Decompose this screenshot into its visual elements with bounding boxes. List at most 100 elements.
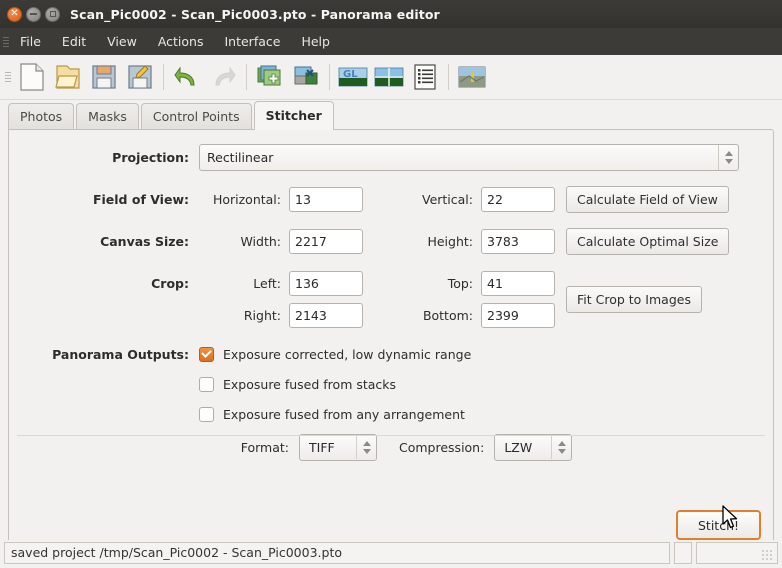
resize-grip-icon[interactable] xyxy=(696,541,778,564)
fov-horizontal-label: Horizontal: xyxy=(212,192,281,207)
close-window-icon[interactable]: ✕ xyxy=(7,6,22,22)
status-message: saved project /tmp/Scan_Pic0002 - Scan_P… xyxy=(4,541,670,564)
output-option-fused-any[interactable]: Exposure fused from any arrangement xyxy=(199,401,465,427)
output-option-ldr[interactable]: Exposure corrected, low dynamic range xyxy=(199,341,471,367)
redo-button[interactable] xyxy=(205,59,241,95)
menu-grip-icon xyxy=(0,28,10,55)
stitch-button-area: Stitch! xyxy=(676,510,761,540)
toolbar-separator-1 xyxy=(163,64,164,90)
canvas-size-row: Canvas Size: Width: Height: Calculate Op… xyxy=(9,227,773,256)
show-log-button[interactable] xyxy=(407,59,443,95)
calculate-field-of-view-button[interactable]: Calculate Field of View xyxy=(566,186,729,213)
panorama-outputs-row-2: Exposure fused from stacks xyxy=(9,371,773,397)
chevron-up-icon xyxy=(362,440,371,446)
tab-masks[interactable]: Masks xyxy=(76,103,139,129)
crop-label: Crop: xyxy=(151,276,189,291)
toolbar-grip-icon xyxy=(2,55,14,100)
chevron-down-icon xyxy=(362,448,371,454)
canvas-height-input[interactable] xyxy=(481,229,555,254)
canvas-height-label: Height: xyxy=(427,234,473,249)
checkbox-exposure-fused-stacks-icon[interactable] xyxy=(199,376,214,392)
checkbox-exposure-fused-any-icon[interactable] xyxy=(199,406,214,422)
menu-item-actions[interactable]: Actions xyxy=(148,31,214,52)
save-as-project-button[interactable] xyxy=(122,59,158,95)
stitcher-panel: Projection: Rectilinear Field of View: H… xyxy=(8,129,774,553)
redo-icon xyxy=(215,66,236,86)
field-of-view-row: Field of View: Horizontal: Vertical: Cal… xyxy=(9,185,773,214)
canvas-width-label: Width: xyxy=(240,234,281,249)
toolbar-separator-4 xyxy=(448,64,449,90)
compression-label: Compression: xyxy=(399,439,485,455)
projection-combobox[interactable]: Rectilinear xyxy=(199,144,739,171)
tab-stitcher[interactable]: Stitcher xyxy=(253,101,334,130)
new-project-button[interactable] xyxy=(14,59,50,95)
menu-item-view[interactable]: View xyxy=(97,31,147,52)
save-as-project-icon xyxy=(128,65,152,89)
crop-right-label: Right: xyxy=(243,308,281,323)
projection-label: Projection: xyxy=(112,150,189,165)
menu-item-file[interactable]: File xyxy=(10,31,51,52)
compression-value: LZW xyxy=(504,439,533,455)
format-combobox[interactable]: TIFF xyxy=(299,433,377,461)
title-bar: ✕ Scan_Pic0002 - Scan_Pic0003.pto - Pano… xyxy=(0,0,782,28)
panorama-outputs-row-1: Panorama Outputs: Exposure corrected, lo… xyxy=(9,341,773,367)
crop-row-2: Right: Bottom: Fit Crop to Images xyxy=(9,286,773,330)
calculate-optimal-size-button[interactable]: Calculate Optimal Size xyxy=(566,228,730,255)
canvas-width-input[interactable] xyxy=(289,229,363,254)
window-title: Scan_Pic0002 - Scan_Pic0003.pto - Panora… xyxy=(70,6,440,22)
minimize-window-icon[interactable] xyxy=(26,6,41,22)
remove-images-icon xyxy=(294,66,317,85)
remove-images-button[interactable] xyxy=(288,59,324,95)
stitch-button[interactable]: Stitch! xyxy=(676,510,761,540)
panorama-outputs-label: Panorama Outputs: xyxy=(52,346,189,362)
crop-left-input[interactable] xyxy=(289,271,363,296)
tab-bar: Photos Masks Control Points Stitcher xyxy=(0,101,782,130)
chevron-down-icon xyxy=(557,448,566,454)
menu-item-edit[interactable]: Edit xyxy=(52,31,96,52)
fit-crop-to-images-button[interactable]: Fit Crop to Images xyxy=(566,286,702,313)
undo-button[interactable] xyxy=(169,59,205,95)
crop-top-input[interactable] xyxy=(481,271,555,296)
menu-bar: File Edit View Actions Interface Help xyxy=(0,28,782,55)
fov-vertical-label: Vertical: xyxy=(421,192,473,207)
format-row: Format: TIFF Compression: LZW xyxy=(9,433,773,461)
compression-combobox[interactable]: LZW xyxy=(494,433,573,461)
canvas-size-label: Canvas Size: xyxy=(100,234,189,249)
projection-spinner-icon[interactable] xyxy=(718,145,738,170)
output-option-fused-any-label: Exposure fused from any arrangement xyxy=(223,406,465,422)
projection-value: Rectilinear xyxy=(207,150,274,165)
output-option-fused-stacks-label: Exposure fused from stacks xyxy=(223,376,397,392)
crop-bottom-input[interactable] xyxy=(481,303,555,328)
tab-photos[interactable]: Photos xyxy=(8,103,75,129)
new-project-icon xyxy=(20,63,44,91)
output-option-fused-stacks[interactable]: Exposure fused from stacks xyxy=(199,371,396,397)
preview-panorama-button[interactable] xyxy=(371,59,407,95)
format-label: Format: xyxy=(240,439,289,455)
fov-horizontal-input[interactable] xyxy=(289,187,363,212)
chevron-down-icon xyxy=(724,159,733,164)
panel-separator xyxy=(17,435,765,436)
menu-item-interface[interactable]: Interface xyxy=(214,31,290,52)
add-images-button[interactable] xyxy=(252,59,288,95)
fov-vertical-input[interactable] xyxy=(481,187,555,212)
menu-item-help[interactable]: Help xyxy=(291,31,340,52)
output-option-ldr-label: Exposure corrected, low dynamic range xyxy=(223,346,472,362)
gl-preview-button[interactable]: GL xyxy=(335,59,371,95)
add-images-icon xyxy=(257,65,280,86)
format-spinner-icon[interactable] xyxy=(356,435,376,459)
compression-spinner-icon[interactable] xyxy=(551,435,571,459)
field-of-view-label: Field of View: xyxy=(92,192,189,207)
open-project-button[interactable] xyxy=(50,59,86,95)
status-bar: saved project /tmp/Scan_Pic0002 - Scan_P… xyxy=(0,540,782,568)
fine-tune-icon xyxy=(458,66,486,88)
maximize-window-icon[interactable] xyxy=(45,6,60,22)
checkbox-exposure-corrected-icon[interactable] xyxy=(199,346,214,362)
toolbar-separator-3 xyxy=(329,64,330,90)
toolbar: GL xyxy=(0,55,782,100)
toolbar-separator-2 xyxy=(246,64,247,90)
crop-right-input[interactable] xyxy=(289,303,363,328)
save-project-button[interactable] xyxy=(86,59,122,95)
fine-tune-button[interactable] xyxy=(454,59,490,95)
tab-control-points[interactable]: Control Points xyxy=(140,103,252,129)
stitcher-form: Projection: Rectilinear Field of View: H… xyxy=(9,130,773,461)
